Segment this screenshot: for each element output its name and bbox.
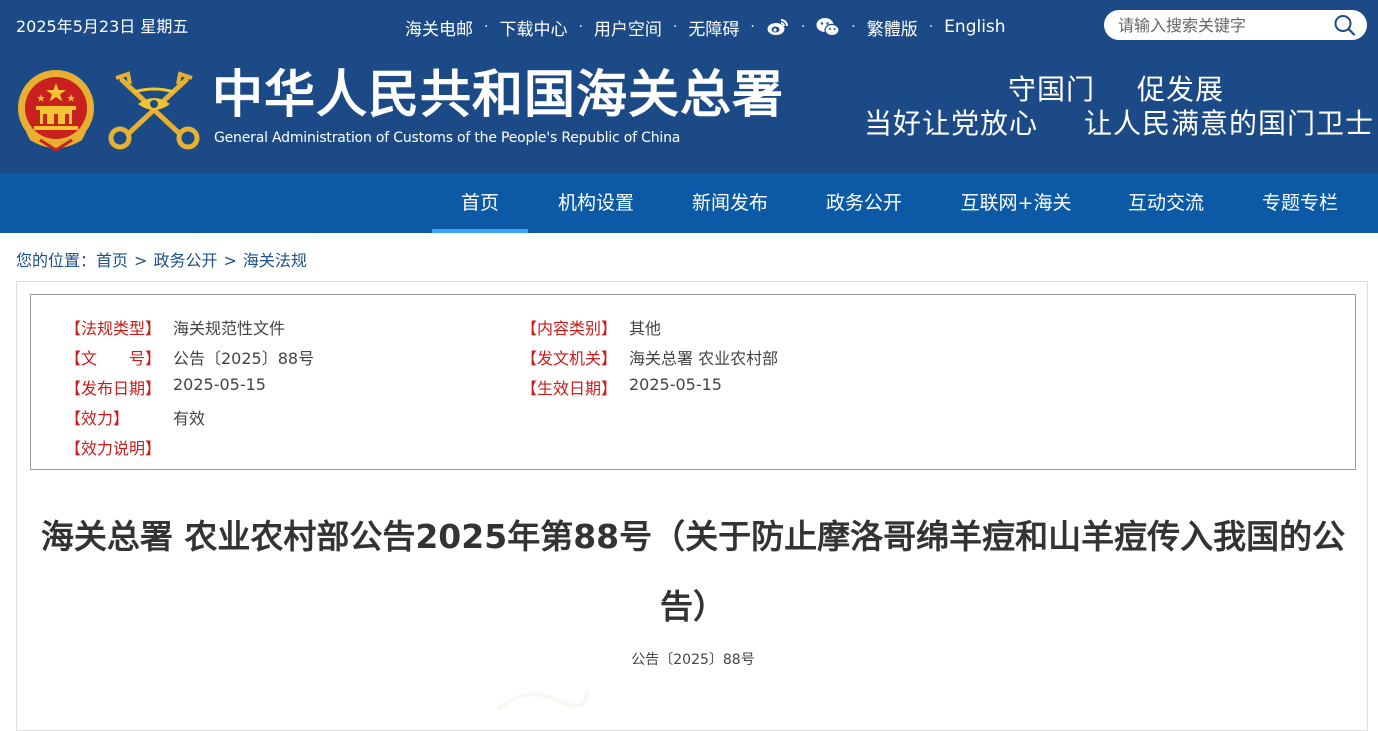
search-icon[interactable] bbox=[1333, 14, 1357, 36]
main-nav: 首页 机构设置 新闻发布 政务公开 互联网+海关 互动交流 专题专栏 bbox=[0, 173, 1378, 233]
meta-label: 【效力】 bbox=[65, 409, 130, 428]
watermark-icon bbox=[487, 680, 597, 720]
slogan-text: 当好让党放心 bbox=[864, 107, 1039, 140]
breadcrumb-separator: > bbox=[223, 251, 237, 270]
meta-value: 2025-05-15 bbox=[173, 375, 266, 394]
nav-item-special-topics[interactable]: 专题专栏 bbox=[1252, 173, 1348, 233]
meta-label: 【发文机关】 bbox=[521, 349, 618, 368]
meta-label: 【法规类型】 bbox=[65, 319, 162, 338]
slogan-text: 让人民满意的国门卫士 bbox=[1084, 107, 1375, 140]
breadcrumb-customs-regulations[interactable]: 海关法规 bbox=[243, 251, 307, 270]
breadcrumb-government-affairs[interactable]: 政务公开 bbox=[153, 251, 217, 270]
meta-label: 【效力说明】 bbox=[65, 439, 162, 458]
meta-label: 【发布日期】 bbox=[65, 379, 162, 398]
top-links-bar: 海关电邮 · 下载中心 · 用户空间 · 无障碍 · · · 繁體版 · Eng… bbox=[405, 15, 1006, 40]
site-title-english: General Administration of Customs of the… bbox=[214, 130, 681, 146]
english-link[interactable]: English bbox=[944, 17, 1005, 37]
breadcrumb-separator: > bbox=[134, 251, 148, 270]
nav-item-home[interactable]: 首页 bbox=[432, 173, 528, 233]
separator: · bbox=[750, 19, 755, 35]
breadcrumb: 您的位置：首页 > 政务公开 > 海关法规 bbox=[16, 247, 307, 271]
article-container: 【法规类型】 海关规范性文件 【文 号】 公告〔2025〕88号 【发布日期】 … bbox=[16, 281, 1368, 731]
nav-item-news[interactable]: 新闻发布 bbox=[682, 173, 778, 233]
meta-value: 公告〔2025〕88号 bbox=[173, 349, 315, 368]
document-title: 海关总署 农业农村部公告2025年第88号（关于防止摩洛哥绵羊痘和山羊痘传入我国… bbox=[40, 517, 1346, 626]
separator: · bbox=[672, 19, 678, 35]
download-center-link[interactable]: 下载中心 bbox=[499, 15, 567, 40]
meta-value: 其他 bbox=[629, 319, 662, 338]
weibo-icon[interactable] bbox=[766, 17, 790, 37]
separator: · bbox=[800, 19, 806, 35]
separator: · bbox=[851, 19, 856, 35]
separator: · bbox=[578, 19, 583, 35]
nav-item-interaction[interactable]: 互动交流 bbox=[1118, 173, 1214, 233]
national-emblem-icon bbox=[16, 66, 96, 154]
slogan-line-2: 当好让党放心 让人民满意的国门卫士 bbox=[864, 102, 1374, 142]
separator: · bbox=[484, 19, 489, 35]
search-input[interactable] bbox=[1118, 14, 1318, 36]
meta-label: 【生效日期】 bbox=[521, 379, 618, 398]
nav-item-organization[interactable]: 机构设置 bbox=[548, 173, 644, 233]
breadcrumb-prefix: 您的位置： bbox=[16, 251, 97, 270]
separator: · bbox=[928, 19, 934, 35]
regulation-metadata-table: 【法规类型】 海关规范性文件 【文 号】 公告〔2025〕88号 【发布日期】 … bbox=[30, 294, 1356, 470]
site-title: 中华人民共和国海关总署 bbox=[212, 66, 785, 125]
wechat-icon[interactable] bbox=[816, 17, 840, 37]
meta-value: 海关总署 农业农村部 bbox=[629, 349, 779, 368]
meta-value: 2025-05-15 bbox=[629, 375, 722, 394]
breadcrumb-home[interactable]: 首页 bbox=[96, 251, 128, 270]
nav-item-internet-customs[interactable]: 互联网+海关 bbox=[950, 173, 1082, 233]
customs-mail-link[interactable]: 海关电邮 bbox=[405, 15, 473, 40]
meta-label: 【文 号】 bbox=[65, 349, 162, 368]
accessibility-link[interactable]: 无障碍 bbox=[688, 15, 739, 40]
current-date: 2025年5月23日 星期五 bbox=[16, 17, 189, 36]
search-box bbox=[1104, 10, 1367, 40]
meta-label: 【内容类别】 bbox=[521, 319, 618, 338]
document-number: 公告〔2025〕88号 bbox=[631, 652, 755, 668]
user-space-link[interactable]: 用户空间 bbox=[594, 15, 662, 40]
nav-item-government-affairs[interactable]: 政务公开 bbox=[816, 173, 912, 233]
meta-value: 有效 bbox=[173, 409, 206, 428]
traditional-chinese-link[interactable]: 繁體版 bbox=[867, 15, 918, 40]
meta-value: 海关规范性文件 bbox=[173, 319, 286, 338]
customs-key-logo-icon bbox=[108, 70, 200, 152]
site-header: 2025年5月23日 星期五 海关电邮 · 下载中心 · 用户空间 · 无障碍 … bbox=[0, 0, 1378, 173]
